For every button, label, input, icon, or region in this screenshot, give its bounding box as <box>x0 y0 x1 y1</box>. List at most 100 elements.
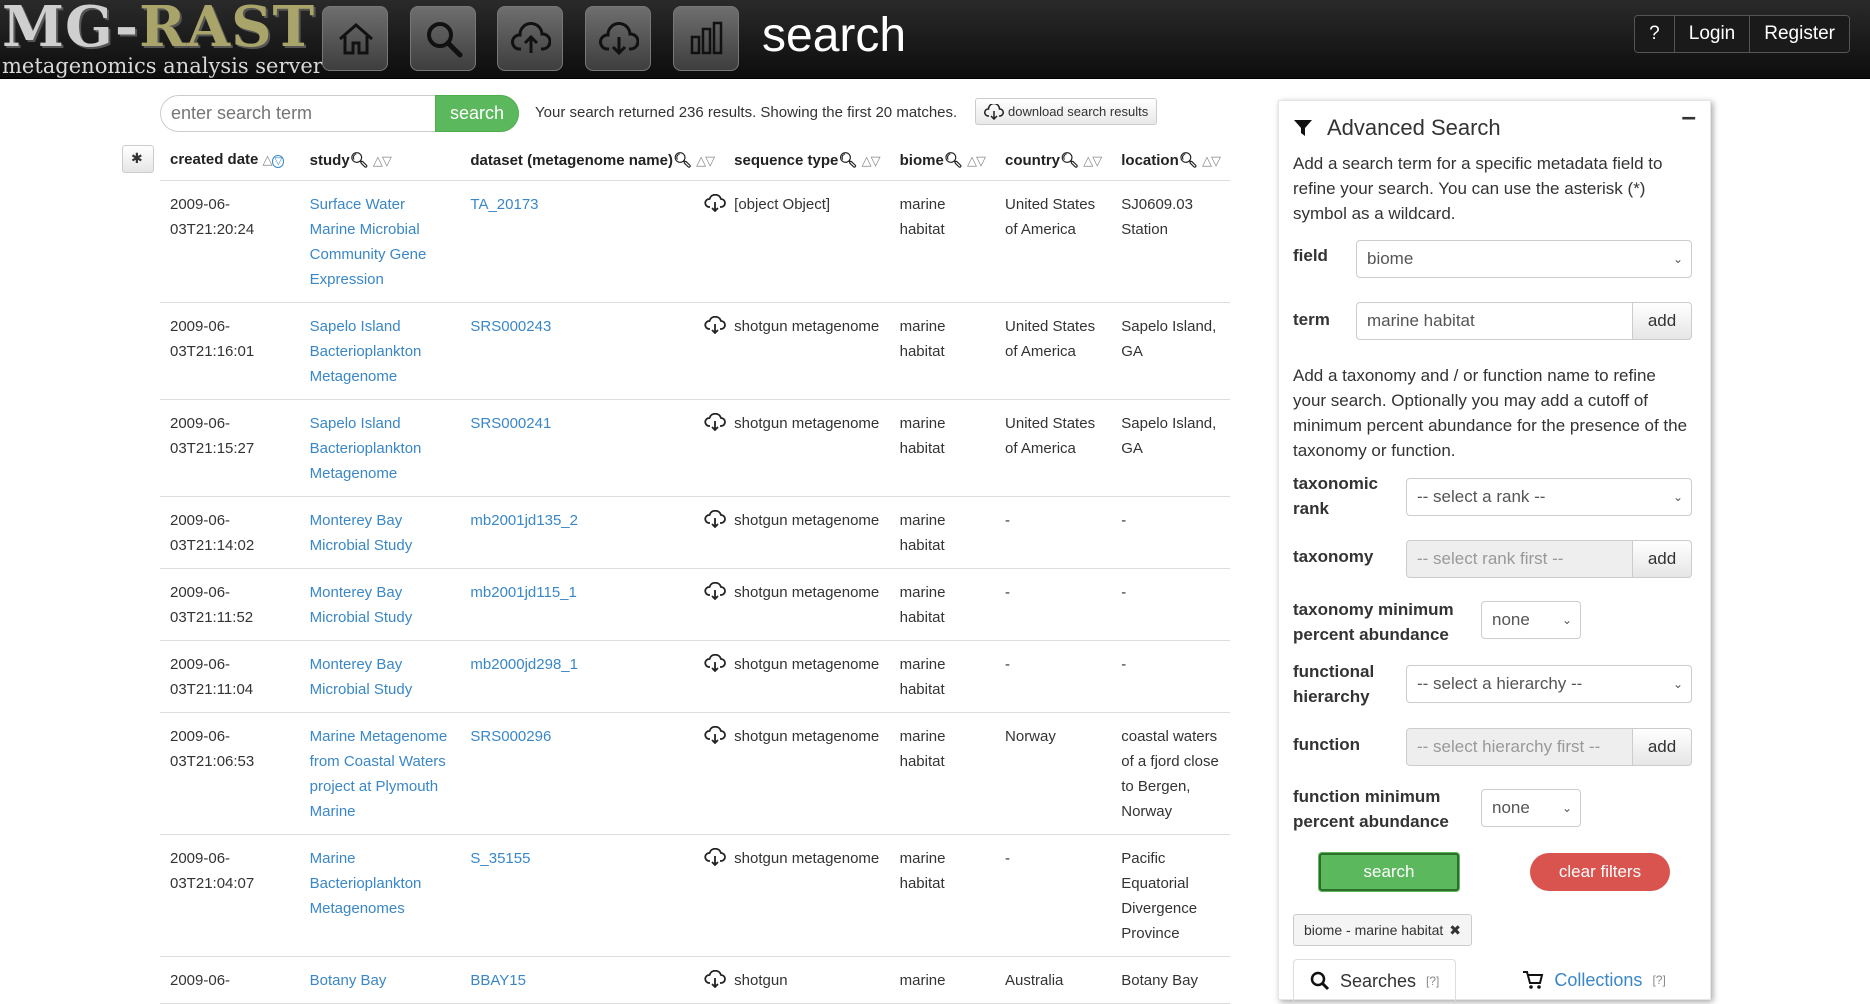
upload-button[interactable] <box>497 6 563 71</box>
download-cloud-icon[interactable] <box>704 193 727 212</box>
taxonomy-label: taxonomy <box>1293 547 1374 566</box>
sort-icon[interactable]: △▽ <box>1083 153 1102 168</box>
dataset-link[interactable]: TA_20173 <box>470 196 538 213</box>
mg-rast-logo[interactable]: MG-RAST metagenomics analysis server <box>0 0 323 79</box>
cell-location: Botany Bay <box>1111 956 1230 1004</box>
cell-study: Surface Water Marine Microbial Community… <box>299 180 461 303</box>
close-icon[interactable]: ✖ <box>1449 922 1461 938</box>
table-row: 2009-06-03T21:20:24 Surface Water Marine … <box>160 180 1230 303</box>
filter-icon <box>1294 120 1312 136</box>
study-link[interactable]: Surface Water Marine Microbial Community… <box>310 196 427 288</box>
functional-hierarchy-select[interactable]: -- select a hierarchy -- ⌄ <box>1406 665 1692 703</box>
cell-country: Australia <box>995 956 1112 1004</box>
dataset-link[interactable]: SRS000241 <box>470 415 551 432</box>
taxonomy-min-abundance-select[interactable]: none ⌄ <box>1481 601 1581 639</box>
dataset-link[interactable]: mb2000jd298_1 <box>470 656 578 673</box>
term-input[interactable]: marine habitat <box>1356 302 1633 340</box>
search-nav-button[interactable] <box>410 6 476 71</box>
function-input[interactable]: -- select hierarchy first -- <box>1406 728 1633 766</box>
column-settings-button[interactable]: ✱ <box>122 145 154 173</box>
column-header-sequence-type[interactable]: sequence type🔍︎ △▽ <box>724 140 890 181</box>
home-button[interactable] <box>322 6 388 71</box>
dataset-link[interactable]: mb2001jd135_2 <box>470 512 578 529</box>
download-cloud-icon[interactable] <box>704 653 727 672</box>
cell-country: United States of America <box>995 399 1112 497</box>
filter-search-icon[interactable]: 🔍︎ <box>838 152 857 169</box>
dataset-link[interactable]: mb2001jd115_1 <box>470 584 576 601</box>
table-row: 2009-06-03T21:11:04 Monterey Bay Microbia… <box>160 640 1230 713</box>
cell-created-date: 2009-06-03T21:16:01 <box>160 302 300 400</box>
taxonomic-rank-select[interactable]: -- select a rank -- ⌄ <box>1406 478 1692 516</box>
filter-search-icon[interactable]: 🔍︎ <box>1060 152 1079 169</box>
search-button[interactable]: search <box>435 95 519 132</box>
field-select[interactable]: biome ⌄ <box>1356 240 1692 278</box>
download-cloud-icon[interactable] <box>704 581 727 600</box>
download-cloud-icon[interactable] <box>704 725 727 744</box>
download-cloud-icon[interactable] <box>704 315 727 334</box>
clear-filters-button[interactable]: clear filters <box>1530 853 1670 891</box>
help-mark[interactable]: [?] <box>1652 959 1665 1001</box>
study-link[interactable]: Monterey Bay Microbial Study <box>310 512 413 554</box>
study-link[interactable]: Sapelo Island Bacterioplankton Metagenom… <box>310 415 422 482</box>
table-row: 2009-06-03T21:16:01 Sapelo Island Bacteri… <box>160 302 1230 400</box>
study-link[interactable]: Marine Bacterioplankton Metagenomes <box>310 850 422 917</box>
filter-search-icon[interactable]: 🔍︎ <box>944 152 963 169</box>
sort-icon[interactable]: △▽ <box>263 152 285 169</box>
download-cloud-icon[interactable] <box>704 509 727 528</box>
function-min-abundance-select[interactable]: none ⌄ <box>1481 789 1581 827</box>
column-header-created-date[interactable]: created date △ ▽ <box>160 140 300 181</box>
active-filter-chip[interactable]: biome - marine habitat ✖ <box>1293 914 1473 946</box>
download-cloud-icon[interactable] <box>704 412 727 431</box>
dataset-link[interactable]: SRS000243 <box>470 318 551 335</box>
taxonomy-input[interactable]: -- select rank first -- <box>1406 540 1633 578</box>
add-term-button[interactable]: add <box>1632 302 1692 340</box>
cell-dataset: SRS000296 <box>460 712 727 835</box>
download-nav-button[interactable] <box>585 6 651 71</box>
sort-icon[interactable]: △▽ <box>373 153 392 168</box>
dataset-link[interactable]: S_35155 <box>470 850 530 867</box>
download-cloud-icon[interactable] <box>704 847 727 866</box>
sort-icon[interactable]: △▽ <box>1202 153 1221 168</box>
download-cloud-icon[interactable] <box>704 969 727 988</box>
login-button[interactable]: Login <box>1673 16 1750 52</box>
search-icon <box>427 22 463 58</box>
result-count-text: Your search returned 236 results. Showin… <box>535 104 958 121</box>
help-mark[interactable]: [?] <box>1426 960 1439 1002</box>
advanced-search-button[interactable]: search <box>1319 853 1459 891</box>
study-link[interactable]: Monterey Bay Microbial Study <box>310 584 413 626</box>
study-link[interactable]: Botany Bay <box>310 972 387 989</box>
tab-searches[interactable]: Searches [?] <box>1293 959 1457 1002</box>
register-button[interactable]: Register <box>1749 16 1849 52</box>
add-function-button[interactable]: add <box>1632 728 1692 766</box>
study-link[interactable]: Marine Metagenome from Coastal Waters pr… <box>310 728 448 820</box>
cell-location: - <box>1111 496 1230 569</box>
column-header-study[interactable]: study🔍︎ △▽ <box>299 140 461 181</box>
study-link[interactable]: Monterey Bay Microbial Study <box>310 656 413 698</box>
sort-icon[interactable]: △▽ <box>696 153 715 168</box>
sort-icon[interactable]: △▽ <box>967 153 986 168</box>
column-header-biome[interactable]: biome🔍︎ △▽ <box>889 140 996 181</box>
column-header-country[interactable]: country🔍︎ △▽ <box>995 140 1112 181</box>
function-label: function <box>1293 735 1361 754</box>
study-link[interactable]: Sapelo Island Bacterioplankton Metagenom… <box>310 318 422 385</box>
cell-study: Botany Bay <box>299 956 461 1004</box>
filter-search-icon[interactable]: 🔍︎ <box>673 152 692 169</box>
panel-tabs: Searches [?] Collections [?] <box>1293 959 1682 1001</box>
dataset-link[interactable]: BBAY15 <box>470 972 526 989</box>
column-header-location[interactable]: location🔍︎ △▽ <box>1111 140 1230 181</box>
search-input[interactable] <box>160 95 435 132</box>
download-results-button[interactable]: download search results <box>975 98 1158 125</box>
filter-search-icon[interactable]: 🔍︎ <box>1179 152 1198 169</box>
cell-dataset: SRS000241 <box>460 399 727 497</box>
tab-collections[interactable]: Collections [?] <box>1506 959 1681 1001</box>
cell-created-date: 2009-06-03T21:11:52 <box>160 568 300 641</box>
sort-icon[interactable]: △▽ <box>862 153 881 168</box>
help-button[interactable]: ? <box>1635 16 1674 52</box>
minimize-icon[interactable]: – <box>1682 101 1696 132</box>
dataset-link[interactable]: SRS000296 <box>470 728 551 745</box>
add-taxonomy-button[interactable]: add <box>1632 540 1692 578</box>
analysis-button[interactable] <box>673 6 739 71</box>
column-header-dataset[interactable]: dataset (metagenome name)🔍︎ △▽ <box>460 140 725 181</box>
filter-search-icon[interactable]: 🔍︎ <box>350 152 369 169</box>
cell-location: Sapelo Island, GA <box>1111 399 1230 497</box>
